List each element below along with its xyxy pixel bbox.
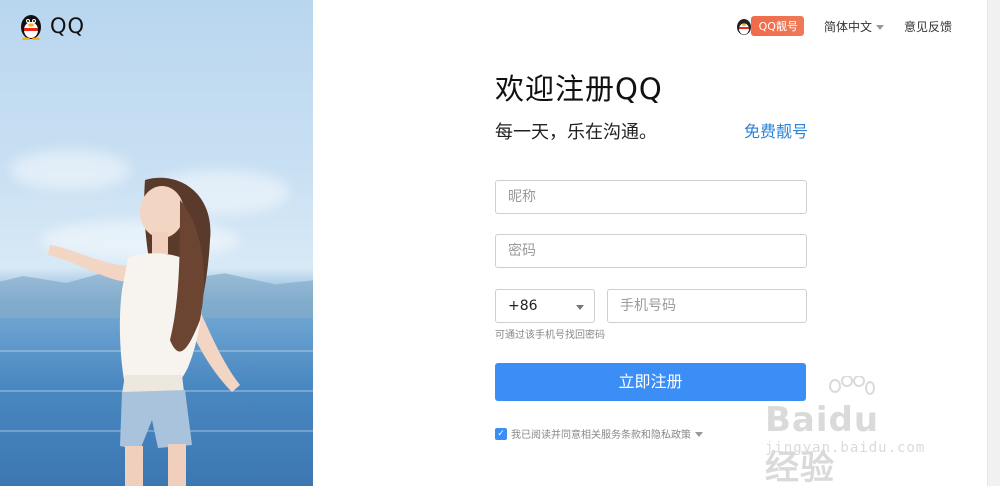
qq-logo[interactable]: QQ xyxy=(18,12,85,40)
password-input[interactable] xyxy=(495,234,807,268)
hero-image: QQ xyxy=(0,0,313,486)
qq-vip-number-link[interactable]: QQ靓号 xyxy=(735,16,804,36)
chevron-down-icon xyxy=(576,304,584,310)
phone-input[interactable] xyxy=(607,289,807,323)
free-number-link[interactable]: 免费靓号 xyxy=(744,118,808,142)
qq-penguin-icon xyxy=(21,15,41,40)
country-code-value: +86 xyxy=(508,298,538,314)
feedback-link[interactable]: 意见反馈 xyxy=(904,18,952,35)
watermark-url: jingyan.baidu.com xyxy=(765,440,926,456)
agreement-text[interactable]: 我已阅读并同意相关服务条款和隐私政策 xyxy=(511,426,691,441)
country-code-select[interactable]: +86 xyxy=(495,289,595,323)
page-subtitle: 每一天，乐在沟通。 xyxy=(495,122,657,143)
phone-hint: 可通过该手机号找回密码 xyxy=(495,330,605,341)
language-label: 简体中文 xyxy=(823,19,872,34)
nickname-input[interactable] xyxy=(495,180,807,214)
vip-number-badge: QQ靓号 xyxy=(750,16,804,36)
chevron-down-icon[interactable] xyxy=(695,432,703,437)
top-nav: QQ靓号 简体中文 意见反馈 xyxy=(735,16,952,36)
page-title: 欢迎注册QQ xyxy=(495,72,663,106)
checkbox-checked-icon[interactable]: ✓ xyxy=(495,427,507,440)
scrollbar[interactable] xyxy=(987,0,1000,486)
register-button[interactable]: 立即注册 xyxy=(495,363,806,401)
agreement-row: ✓ 我已阅读并同意相关服务条款和隐私政策 xyxy=(495,426,703,441)
girl-figure xyxy=(48,177,240,486)
language-selector[interactable]: 简体中文 xyxy=(824,18,884,35)
brand-name: QQ xyxy=(50,14,86,38)
qq-penguin-icon xyxy=(736,19,751,35)
chevron-down-icon xyxy=(875,24,884,30)
